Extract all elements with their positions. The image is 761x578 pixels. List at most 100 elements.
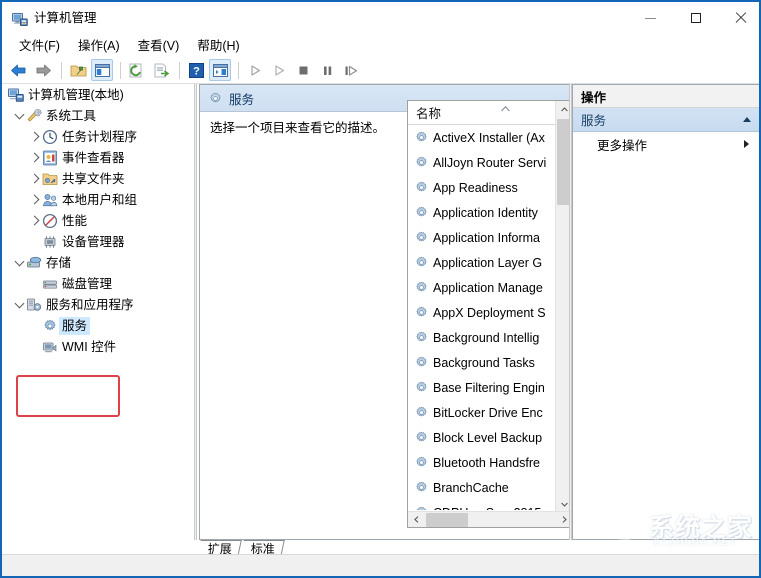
tree-item-event-viewer[interactable]: 事件查看器	[2, 147, 194, 168]
computer-icon	[8, 87, 24, 103]
list-item[interactable]: Base Filtering Engin	[408, 375, 556, 400]
start-service-button[interactable]	[244, 59, 266, 81]
tree-item-device-manager[interactable]: 设备管理器	[2, 231, 194, 252]
tree-item-services[interactable]: 服务	[2, 315, 194, 336]
tree-item-wmi-control[interactable]: WMI 控件	[2, 336, 194, 357]
tree-item-local-users-groups[interactable]: 本地用户和组	[2, 189, 194, 210]
service-name: BitLocker Drive Enc	[433, 405, 543, 420]
restart-service-button[interactable]	[340, 59, 362, 81]
expander-toggle[interactable]	[12, 105, 26, 126]
list-item[interactable]: Application Identity	[408, 200, 556, 225]
refresh-button[interactable]	[126, 59, 148, 81]
help-button[interactable]: ?	[185, 59, 207, 81]
minimize-button[interactable]	[628, 2, 673, 33]
menu-view[interactable]: 查看(V)	[129, 32, 189, 57]
menu-file[interactable]: 文件(F)	[10, 32, 69, 57]
actions-section-services[interactable]: 服务	[573, 108, 759, 132]
tree-item-performance[interactable]: 性能	[2, 210, 194, 231]
back-button[interactable]	[8, 59, 30, 81]
disk-icon	[42, 276, 58, 292]
service-gear-icon	[416, 281, 427, 292]
list-item[interactable]: BitLocker Drive Enc	[408, 400, 556, 425]
service-gear-icon	[416, 331, 427, 342]
tree-item-computer-management-local[interactable]: 计算机管理(本地)	[2, 84, 194, 105]
tree-item-shared-folders[interactable]: 共享文件夹	[2, 168, 194, 189]
list-item[interactable]: BranchCache	[408, 475, 556, 500]
column-header-name[interactable]: 名称	[408, 101, 556, 124]
chevron-up-icon	[560, 107, 568, 112]
show-tree-button[interactable]	[91, 59, 113, 81]
services-list[interactable]: 名称 ActiveX Installer (Ax AllJoyn Router …	[407, 100, 569, 528]
expander-toggle[interactable]	[28, 147, 42, 168]
device-manager-icon	[42, 234, 58, 250]
storage-icon	[26, 255, 42, 271]
expander-toggle[interactable]	[12, 252, 26, 273]
service-gear-icon	[416, 156, 427, 167]
collapse-arrow-icon[interactable]	[743, 117, 751, 122]
tree-item-task-scheduler[interactable]: 任务计划程序	[2, 126, 194, 147]
list-item[interactable]: Block Level Backup	[408, 425, 556, 450]
list-item[interactable]: Background Tasks	[408, 350, 556, 375]
service-gear-icon	[416, 231, 427, 242]
export-icon	[154, 63, 169, 77]
list-item[interactable]: Application Layer G	[408, 250, 556, 275]
export-list-button[interactable]	[150, 59, 172, 81]
list-item[interactable]: Bluetooth Handsfre	[408, 450, 556, 475]
tree-item-label: 事件查看器	[62, 150, 125, 165]
action-more-actions[interactable]: 更多操作	[573, 132, 759, 156]
status-bar	[2, 554, 759, 576]
services-list-vertical-scrollbar[interactable]	[555, 101, 569, 513]
service-name: Application Manage	[433, 280, 543, 295]
console-tree-pane[interactable]: 计算机管理(本地) 系统工具 任务计划程序 事件查看器 共享文件夹 本地用户和组…	[2, 84, 194, 540]
tree-splitter[interactable]	[194, 84, 197, 540]
service-gear-icon	[416, 406, 427, 417]
menu-action[interactable]: 操作(A)	[69, 32, 129, 57]
up-folder-icon	[70, 65, 86, 76]
tree-item-label: 性能	[62, 213, 88, 228]
tree-item-label: 系统工具	[46, 108, 97, 123]
service-gear-icon	[416, 356, 427, 367]
expander-toggle[interactable]	[28, 126, 42, 147]
list-item[interactable]: CDPUserSvc_2815c	[408, 500, 556, 510]
chevron-right-icon	[562, 515, 567, 523]
menu-help[interactable]: 帮助(H)	[188, 32, 248, 57]
list-item[interactable]: Background Intellig	[408, 325, 556, 350]
show-action-pane-button[interactable]	[209, 59, 231, 81]
help-icon: ?	[188, 62, 204, 78]
stop-service-button[interactable]	[292, 59, 314, 81]
clock-icon	[42, 129, 58, 145]
list-item[interactable]: AppX Deployment S	[408, 300, 556, 325]
scrollbar-thumb[interactable]	[426, 513, 468, 527]
forward-button[interactable]	[32, 59, 54, 81]
list-item[interactable]: Application Manage	[408, 275, 556, 300]
tree-item-storage[interactable]: 存储	[2, 252, 194, 273]
up-folder-button[interactable]	[67, 59, 89, 81]
expander-toggle[interactable]	[28, 189, 42, 210]
services-list-horizontal-scrollbar[interactable]	[408, 511, 569, 527]
scroll-left-button[interactable]	[408, 512, 424, 526]
services-pane: 服务 选择一个项目来查看它的描述。 名称 ActiveX Installer (…	[199, 84, 570, 540]
list-item[interactable]: Application Informa	[408, 225, 556, 250]
expander-toggle[interactable]	[12, 294, 26, 315]
service-name: Block Level Backup	[433, 430, 543, 445]
service-name: Background Tasks	[433, 355, 535, 370]
resume-service-button[interactable]	[268, 59, 290, 81]
toolbar-separator	[179, 61, 180, 79]
scroll-up-button[interactable]	[556, 101, 569, 118]
pause-service-button[interactable]	[316, 59, 338, 81]
scroll-right-button[interactable]	[556, 512, 569, 526]
maximize-button[interactable]	[673, 2, 718, 33]
list-item[interactable]: App Readiness	[408, 175, 556, 200]
service-name: CDPUserSvc_2815c	[433, 505, 548, 511]
play2-icon	[274, 64, 284, 76]
list-item[interactable]: AllJoyn Router Servi	[408, 150, 556, 175]
tree-item-services-and-applications[interactable]: 服务和应用程序	[2, 294, 194, 315]
tree-item-disk-management[interactable]: 磁盘管理	[2, 273, 194, 294]
service-name: ActiveX Installer (Ax	[433, 130, 545, 145]
expander-toggle[interactable]	[28, 168, 42, 189]
close-button[interactable]	[718, 2, 759, 33]
expander-toggle[interactable]	[28, 210, 42, 231]
tree-item-system-tools[interactable]: 系统工具	[2, 105, 194, 126]
list-item[interactable]: ActiveX Installer (Ax	[408, 125, 556, 150]
services-pane-title: 服务	[229, 92, 255, 107]
